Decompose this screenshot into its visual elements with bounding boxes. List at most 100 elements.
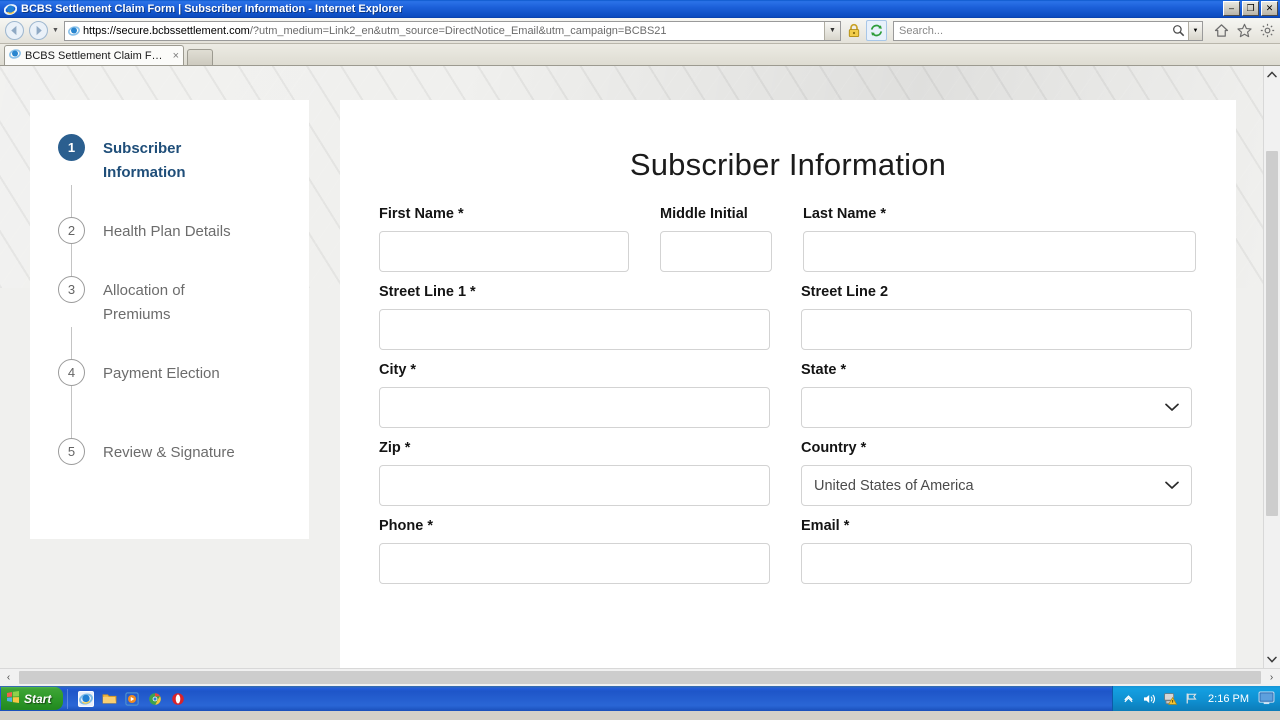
scroll-up-icon[interactable] [1264, 66, 1280, 83]
media-player-icon[interactable] [124, 691, 140, 707]
padlock-icon[interactable] [843, 20, 864, 41]
form-row-street: Street Line 1 * Street Line 2 [379, 283, 1197, 350]
form-row-name: First Name * Middle Initial Last Name * [379, 205, 1197, 272]
last-name-label: Last Name * [803, 206, 887, 222]
chevron-down-icon [1165, 400, 1179, 416]
windows-taskbar: Start 2:16 PM [0, 686, 1280, 711]
sidebar-step-3[interactable]: 3 Allocation of Premiums [58, 276, 309, 327]
sidebar-step-2[interactable]: 2 Health Plan Details [58, 217, 309, 244]
step-label: Health Plan Details [103, 223, 231, 240]
history-dropdown-icon[interactable]: ▼ [51, 27, 60, 34]
show-desktop-icon[interactable] [1258, 690, 1276, 707]
step-label: Allocation of Premiums [103, 282, 185, 323]
network-warning-icon[interactable] [1163, 691, 1178, 706]
chrome-icon[interactable] [147, 691, 163, 707]
address-dropdown-icon[interactable]: ▼ [824, 21, 840, 40]
subscriber-information-form: Subscriber Information First Name * Midd… [340, 100, 1236, 668]
forward-arrow-icon[interactable] [27, 20, 49, 42]
form-row-phone-email: Phone * Email * [379, 517, 1197, 584]
star-icon[interactable] [1234, 21, 1254, 41]
windows-flag-icon [6, 690, 20, 707]
tab-close-icon[interactable]: × [173, 50, 179, 62]
address-bar[interactable]: https://secure.bcbssettlement.com/?utm_m… [63, 20, 841, 41]
step-label: Subscriber Information [103, 140, 186, 181]
street-line-1-input[interactable] [379, 309, 770, 350]
zip-input[interactable] [379, 465, 770, 506]
phone-input[interactable] [379, 543, 770, 584]
tab-favicon-icon [9, 48, 21, 63]
close-button[interactable]: ✕ [1261, 1, 1278, 16]
window-title: BCBS Settlement Claim Form | Subscriber … [21, 3, 404, 15]
last-name-input[interactable] [803, 231, 1196, 272]
gear-icon[interactable] [1257, 21, 1277, 41]
vertical-scrollbar[interactable] [1263, 66, 1280, 668]
state-select[interactable] [801, 387, 1192, 428]
home-icon[interactable] [1211, 21, 1231, 41]
search-magnifier-icon[interactable] [1168, 24, 1188, 37]
middle-initial-input[interactable] [660, 231, 772, 272]
street-line-2-label: Street Line 2 [801, 284, 889, 300]
page-content: 1 Subscriber Information 2 Health Plan D… [0, 66, 1280, 668]
folder-icon[interactable] [101, 691, 117, 707]
flag-icon[interactable] [1184, 691, 1199, 706]
system-tray: 2:16 PM [1112, 686, 1280, 711]
country-group: Country * United States of America [801, 439, 1192, 506]
step-navigation-card: 1 Subscriber Information 2 Health Plan D… [30, 100, 309, 539]
refresh-icon[interactable] [866, 20, 887, 41]
first-name-input[interactable] [379, 231, 629, 272]
street-line-2-input[interactable] [801, 309, 1192, 350]
first-name-group: First Name * [379, 205, 629, 272]
sidebar-step-4[interactable]: 4 Payment Election [58, 359, 309, 386]
email-input[interactable] [801, 543, 1192, 584]
scroll-left-icon[interactable]: ‹ [0, 672, 17, 683]
scroll-right-icon[interactable]: › [1263, 672, 1280, 683]
internet-explorer-icon [3, 2, 17, 16]
state-group: State * [801, 361, 1192, 428]
step-number-badge: 5 [58, 438, 85, 465]
url-secure-part: https://secure.bcbssettlement.com [82, 24, 250, 37]
scroll-down-icon[interactable] [1264, 651, 1280, 668]
city-label: City * [379, 362, 417, 378]
minimize-button[interactable]: – [1223, 1, 1240, 16]
step-list: 1 Subscriber Information 2 Health Plan D… [30, 100, 309, 465]
step-number-badge: 1 [58, 134, 85, 161]
browser-search-box[interactable]: Search... ▼ [893, 20, 1203, 41]
zip-label: Zip * [379, 440, 411, 456]
zip-group: Zip * [379, 439, 770, 506]
browser-tab[interactable]: BCBS Settlement Claim Form ... × [4, 45, 184, 65]
tab-title: BCBS Settlement Claim Form ... [25, 49, 169, 62]
step-number-badge: 2 [58, 217, 85, 244]
start-button[interactable]: Start [1, 687, 64, 710]
city-input[interactable] [379, 387, 770, 428]
horizontal-scrollbar-thumb[interactable] [19, 671, 1261, 684]
back-arrow-icon[interactable] [3, 20, 25, 42]
country-select[interactable]: United States of America [801, 465, 1192, 506]
form-row-zip-country: Zip * Country * United States of America [379, 439, 1197, 506]
search-input[interactable]: Search... [894, 25, 1168, 37]
phone-group: Phone * [379, 517, 770, 584]
form-body: First Name * Middle Initial Last Name * [340, 183, 1236, 584]
internet-explorer-icon[interactable] [78, 690, 95, 707]
search-provider-dropdown-icon[interactable]: ▼ [1188, 21, 1202, 40]
volume-icon[interactable] [1142, 691, 1157, 706]
step-label: Payment Election [103, 365, 220, 382]
city-group: City * [379, 361, 770, 428]
new-tab-button[interactable] [187, 49, 213, 65]
step-number-badge: 3 [58, 276, 85, 303]
street-line-1-label: Street Line 1 * [379, 284, 476, 300]
page-viewport: 1 Subscriber Information 2 Health Plan D… [0, 66, 1280, 668]
clock[interactable]: 2:16 PM [1205, 693, 1252, 705]
chevron-down-icon [1165, 478, 1179, 494]
chevron-up-icon[interactable] [1121, 691, 1136, 706]
sidebar-step-1[interactable]: 1 Subscriber Information [58, 134, 309, 185]
browser-title-bar: BCBS Settlement Claim Form | Subscriber … [0, 0, 1280, 18]
step-connector [71, 244, 72, 276]
sidebar-step-5[interactable]: 5 Review & Signature [58, 438, 309, 465]
middle-initial-group: Middle Initial [660, 205, 772, 272]
vertical-scrollbar-thumb[interactable] [1266, 151, 1278, 516]
step-label: Review & Signature [103, 444, 235, 461]
restore-button[interactable]: ❐ [1242, 1, 1259, 16]
opera-icon[interactable] [170, 691, 186, 707]
street-line-2-group: Street Line 2 [801, 283, 1192, 350]
horizontal-scrollbar[interactable]: ‹ › [0, 668, 1280, 686]
